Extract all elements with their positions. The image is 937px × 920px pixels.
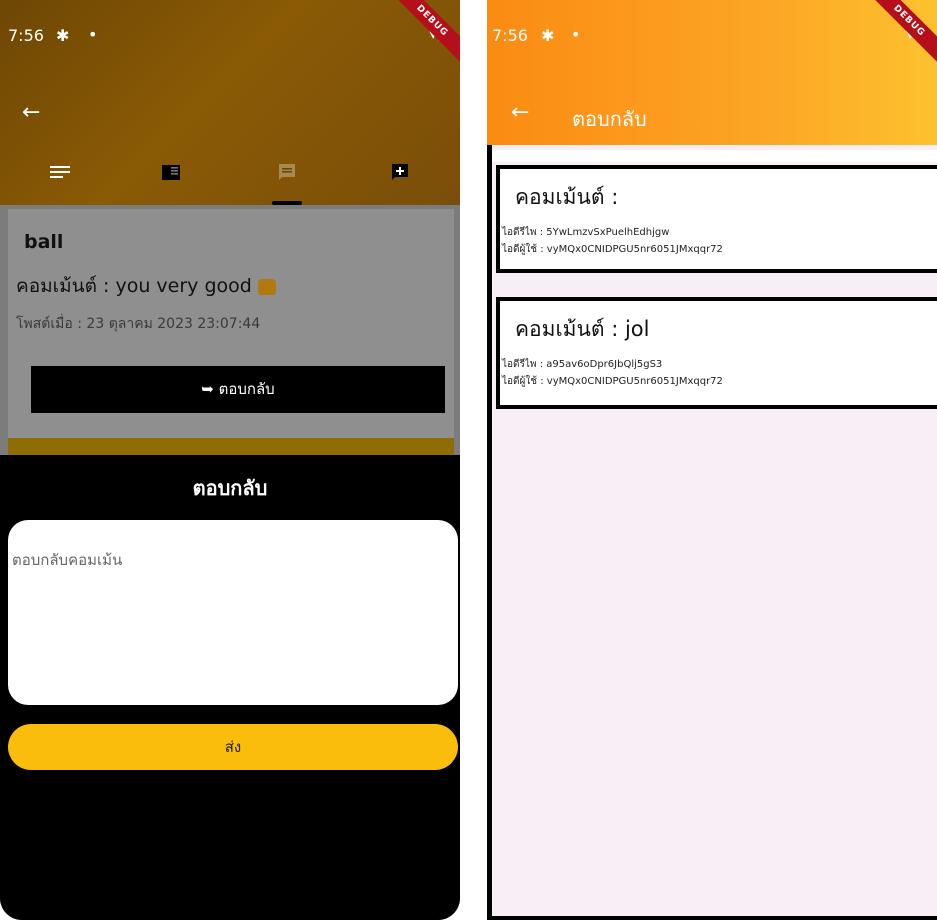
reply-button[interactable]: ➥ ตอบกลับ: [31, 366, 445, 413]
comment-text-row: คอมเม้นต์ : you very good: [16, 271, 276, 301]
reply-bottom-sheet: ตอบกลับ ตอบกลับคอมเม้น ส่ง: [0, 455, 460, 920]
send-button[interactable]: ส่ง: [8, 724, 458, 770]
reply-card-user-id: ไอดีผู้ใช้ : vyMQx0CNIDPGU5nr6051JMxqqr7…: [502, 244, 723, 255]
left-screen: 7:56 ✱ • ▾▮ DEBUG ← ball คอมเม้นต์ : you…: [0, 0, 460, 920]
comment-content: ball คอมเม้นต์ : you very good โพสต์เมื่…: [0, 205, 460, 455]
status-time: 7:56: [492, 26, 528, 45]
status-bar: 7:56 ✱ • ▾▮: [487, 0, 937, 72]
page-title: ตอบกลับ: [572, 107, 647, 131]
reply-card-title: คอมเม้นต์ :: [515, 185, 619, 209]
frame-edge: [487, 916, 937, 920]
reply-card-reply-id: ไอดีรีไพ : 5YwLmzvSxPuelhEdhjgw: [502, 227, 670, 238]
comment-card: ball คอมเม้นต์ : you very good โพสต์เมื่…: [8, 209, 454, 439]
tab-bar: [0, 155, 460, 205]
gear-icon: ✱: [56, 26, 70, 45]
comment-username: ball: [24, 231, 64, 253]
comment-text: คอมเม้นต์ : you very good: [16, 275, 252, 297]
reply-input[interactable]: ตอบกลับคอมเม้น: [8, 520, 458, 705]
reply-card-title: คอมเม้นต์ : jol: [515, 317, 650, 341]
thumbs-up-icon: [257, 278, 276, 295]
right-screen: 7:56 ✱ • ▾▮ DEBUG ← ตอบกลับ คอมเม้นต์ : …: [487, 0, 937, 920]
status-bar: 7:56 ✱ • ▾▮: [0, 0, 460, 72]
frame-edge: [487, 145, 492, 920]
reply-card-reply-id: ไอดีรีไพ : a95av6oDpr6JbQlj5gS3: [502, 359, 663, 370]
notification-dot-icon: •: [88, 25, 98, 44]
reply-list: คอมเม้นต์ : ไอดีรีไพ : 5YwLmzvSxPuelhEdh…: [487, 145, 937, 920]
tab-comment-icon[interactable]: [272, 160, 302, 190]
tab-add-comment-icon[interactable]: [385, 160, 415, 190]
reply-card-user-id: ไอดีผู้ใช้ : vyMQx0CNIDPGU5nr6051JMxqqr7…: [502, 376, 723, 387]
tab-list-icon[interactable]: [45, 160, 75, 190]
back-arrow-icon[interactable]: ←: [22, 100, 40, 125]
back-arrow-icon[interactable]: ←: [511, 100, 529, 125]
list-top-band: [492, 150, 937, 162]
gear-icon: ✱: [541, 26, 555, 45]
reply-button-label: ตอบกลับ: [218, 380, 275, 398]
status-time: 7:56: [8, 26, 44, 45]
sheet-title: ตอบกลับ: [192, 476, 268, 500]
reply-card-1: คอมเม้นต์ : ไอดีรีไพ : 5YwLmzvSxPuelhEdh…: [496, 165, 937, 273]
posted-date: โพสต์เมื่อ : 23 ตุลาคม 2023 23:07:44: [16, 316, 261, 332]
reply-arrow-icon: ➥: [201, 380, 219, 398]
tab-book-icon[interactable]: [156, 160, 186, 190]
notification-dot-icon: •: [571, 25, 581, 44]
next-card-strip: [8, 438, 454, 455]
reply-card-2: คอมเม้นต์ : jol ไอดีรีไพ : a95av6oDpr6Jb…: [496, 297, 937, 409]
reply-input-placeholder: ตอบกลับคอมเม้น: [12, 551, 123, 569]
